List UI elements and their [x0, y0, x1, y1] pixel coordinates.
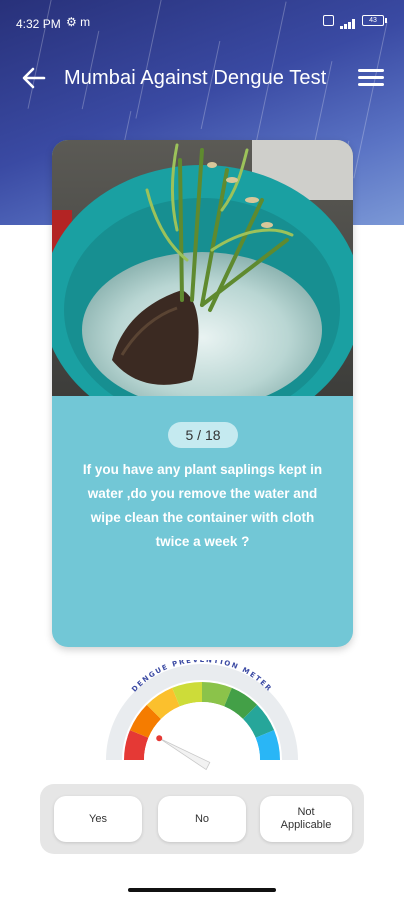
signal-icon: [340, 15, 356, 29]
menu-button[interactable]: [358, 66, 384, 90]
status-time: 4:32 PM: [16, 17, 61, 31]
vibrate-icon: [323, 15, 334, 26]
battery-icon: 43: [362, 15, 387, 26]
app-bar: Mumbai Against Dengue Test: [0, 58, 404, 98]
no-button[interactable]: No: [158, 796, 246, 842]
no-label: No: [194, 812, 210, 825]
question-text: If you have any plant saplings kept in w…: [82, 462, 323, 549]
hamburger-menu-icon: [358, 69, 384, 86]
yes-button[interactable]: Yes: [54, 796, 142, 842]
back-button[interactable]: [18, 62, 50, 94]
notification-icons: ⚙ m: [66, 15, 91, 29]
question-card: 5 / 18 If you have any plant saplings ke…: [52, 140, 353, 647]
not-applicable-label-line2: Applicable: [280, 819, 332, 831]
page-title: Mumbai Against Dengue Test: [64, 67, 327, 89]
yes-label: Yes: [89, 812, 107, 825]
not-applicable-button[interactable]: Not Applicable: [260, 796, 352, 842]
arrow-left-icon: [22, 67, 46, 89]
answer-options: Yes No Not Applicable: [40, 784, 364, 854]
system-icons: 43: [323, 15, 387, 29]
question-photo: [52, 140, 353, 396]
home-indicator: [128, 888, 276, 892]
question-counter: 5 / 18: [168, 422, 238, 448]
status-bar: 4:32 PM ⚙ m 43: [0, 0, 404, 40]
not-applicable-label-line1: Not: [297, 806, 315, 818]
dengue-prevention-meter: DENGUE PREVENTION METER: [106, 660, 298, 771]
